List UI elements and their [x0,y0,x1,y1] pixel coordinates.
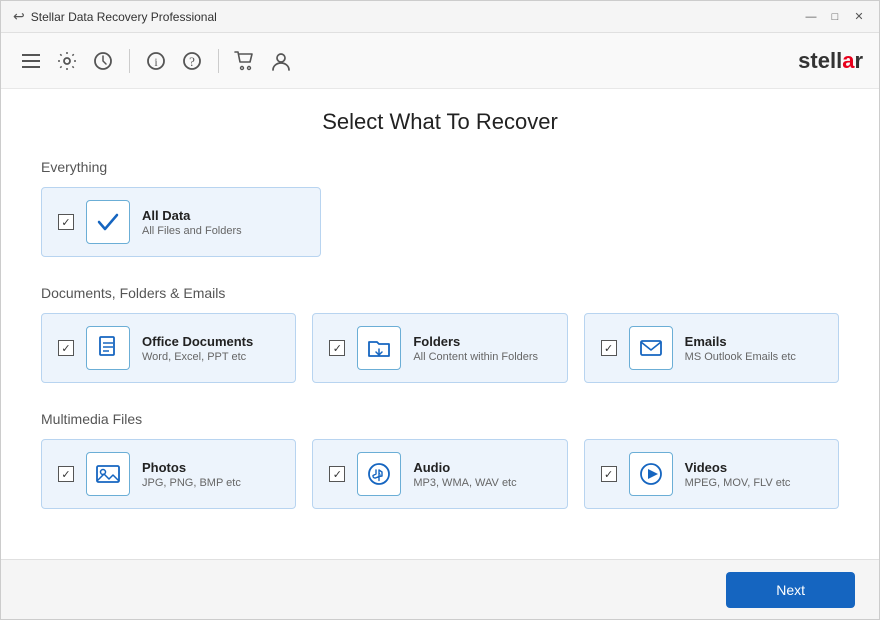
photos-title: Photos [142,460,241,475]
card-office-docs[interactable]: Office Documents Word, Excel, PPT etc [41,313,296,383]
emails-title: Emails [685,334,796,349]
svg-text:♪: ♪ [377,469,383,481]
checkbox-videos[interactable] [601,466,617,482]
settings-icon[interactable] [53,47,81,75]
videos-title: Videos [685,460,791,475]
footer: Next [1,559,879,619]
cart-icon[interactable] [231,47,259,75]
card-audio[interactable]: ♪ Audio MP3, WMA, WAV etc [312,439,567,509]
everything-cards-row: All Data All Files and Folders [41,187,839,257]
office-docs-text: Office Documents Word, Excel, PPT etc [142,334,253,363]
toolbar: i ? stellar [1,33,879,89]
user-icon[interactable] [267,47,295,75]
title-bar: ↩ Stellar Data Recovery Professional — □… [1,1,879,33]
card-emails[interactable]: Emails MS Outlook Emails etc [584,313,839,383]
folders-title: Folders [413,334,538,349]
office-docs-subtitle: Word, Excel, PPT etc [142,351,253,363]
section-everything: Everything All Data All Files and Folder… [41,159,839,257]
audio-text: Audio MP3, WMA, WAV etc [413,460,516,489]
checkbox-office-docs[interactable] [58,340,74,356]
photos-icon-box [86,452,130,496]
video-icon [638,461,664,487]
undo-icon: ↩ [13,8,25,25]
toolbar-left: i ? [17,47,295,75]
help-icon[interactable]: ? [178,47,206,75]
toolbar-divider-2 [218,49,219,73]
audio-icon: ♪ [366,461,392,487]
next-button[interactable]: Next [726,572,855,608]
photo-icon [95,461,121,487]
svg-text:?: ? [189,54,195,69]
info-icon[interactable]: i [142,47,170,75]
title-bar-title: Stellar Data Recovery Professional [31,10,217,24]
checkbox-emails[interactable] [601,340,617,356]
page-title: Select What To Recover [41,109,839,135]
checkbox-audio[interactable] [329,466,345,482]
all-data-text: All Data All Files and Folders [142,208,242,237]
audio-icon-box: ♪ [357,452,401,496]
office-docs-title: Office Documents [142,334,253,349]
checkbox-all-data[interactable] [58,214,74,230]
photos-subtitle: JPG, PNG, BMP etc [142,477,241,489]
checkbox-photos[interactable] [58,466,74,482]
section-multimedia: Multimedia Files Photos JPG, PNG, BMP et… [41,411,839,509]
hamburger-menu-icon[interactable] [17,47,45,75]
audio-subtitle: MP3, WMA, WAV etc [413,477,516,489]
audio-title: Audio [413,460,516,475]
emails-text: Emails MS Outlook Emails etc [685,334,796,363]
all-data-subtitle: All Files and Folders [142,225,242,237]
close-button[interactable]: ✕ [851,9,867,25]
card-all-data[interactable]: All Data All Files and Folders [41,187,321,257]
folders-text: Folders All Content within Folders [413,334,538,363]
office-docs-icon-box [86,326,130,370]
videos-subtitle: MPEG, MOV, FLV etc [685,477,791,489]
folders-icon-box [357,326,401,370]
section-documents: Documents, Folders & Emails Office Docum… [41,285,839,383]
card-videos[interactable]: Videos MPEG, MOV, FLV etc [584,439,839,509]
section-label-documents: Documents, Folders & Emails [41,285,839,301]
title-bar-left: ↩ Stellar Data Recovery Professional [13,8,217,25]
maximize-button[interactable]: □ [827,9,843,25]
all-data-title: All Data [142,208,242,223]
emails-icon-box [629,326,673,370]
emails-subtitle: MS Outlook Emails etc [685,351,796,363]
email-icon [638,335,664,361]
main-content: Select What To Recover Everything All Da… [1,89,879,559]
minimize-button[interactable]: — [803,9,819,25]
photos-text: Photos JPG, PNG, BMP etc [142,460,241,489]
all-data-icon-box [86,200,130,244]
multimedia-cards-row: Photos JPG, PNG, BMP etc ♪ Audio MP3, WM… [41,439,839,509]
stellar-logo: stellar [798,48,863,74]
folders-subtitle: All Content within Folders [413,351,538,363]
card-photos[interactable]: Photos JPG, PNG, BMP etc [41,439,296,509]
toolbar-divider-1 [129,49,130,73]
document-icon [95,335,121,361]
card-folders[interactable]: Folders All Content within Folders [312,313,567,383]
videos-text: Videos MPEG, MOV, FLV etc [685,460,791,489]
documents-cards-row: Office Documents Word, Excel, PPT etc Fo… [41,313,839,383]
history-icon[interactable] [89,47,117,75]
checkbox-folders[interactable] [329,340,345,356]
title-bar-controls: — □ ✕ [803,9,867,25]
section-label-multimedia: Multimedia Files [41,411,839,427]
svg-text:i: i [154,55,158,69]
checkmark-icon [95,209,121,235]
section-label-everything: Everything [41,159,839,175]
videos-icon-box [629,452,673,496]
folder-icon [366,335,392,361]
